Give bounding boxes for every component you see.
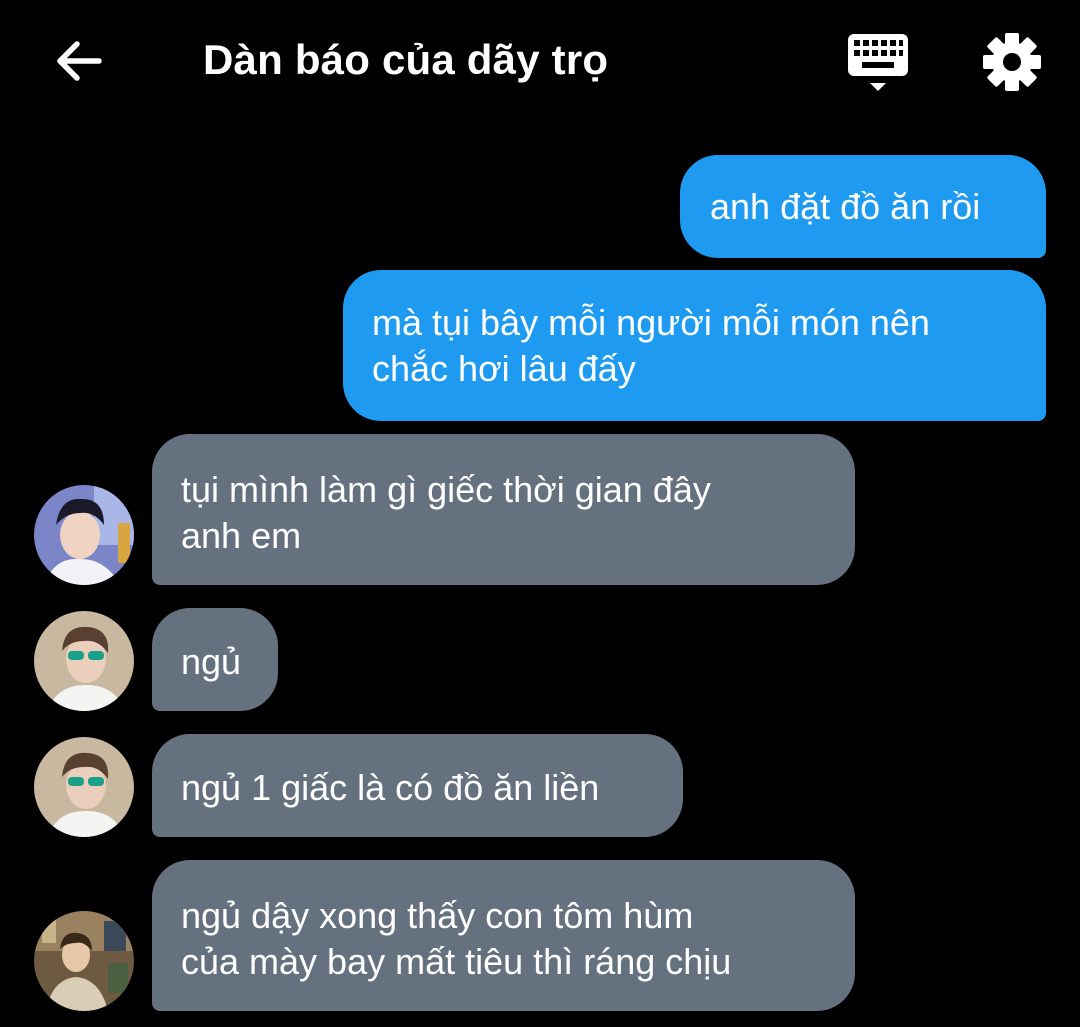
keyboard-icon <box>848 34 908 91</box>
message-text: ngủ <box>181 641 242 682</box>
outgoing-message[interactable]: mà tụi bây mỗi người mỗi món nên chắc hơ… <box>343 270 1046 421</box>
outgoing-message[interactable]: anh đặt đồ ăn rồi <box>680 155 1046 258</box>
avatar-3 <box>34 911 134 1011</box>
avatar-2 <box>34 737 134 837</box>
incoming-message[interactable]: ngủ dậy xong thấy con tôm hùm của mày ba… <box>152 860 855 1011</box>
incoming-message[interactable]: ngủ 1 giấc là có đồ ăn liền <box>152 734 683 837</box>
message-text: tụi mình làm gì giếc thời gian đây anh e… <box>181 469 711 556</box>
keyboard-button[interactable] <box>842 28 914 98</box>
message-text: mà tụi bây mỗi người mỗi món nên chắc hơ… <box>372 302 930 389</box>
avatar[interactable] <box>34 485 134 585</box>
chat-header: Dàn báo của dãy trọ <box>0 0 1080 120</box>
chat-title: Dàn báo của dãy trọ <box>203 36 609 83</box>
avatar[interactable] <box>34 911 134 1011</box>
back-button[interactable] <box>48 30 110 92</box>
message-text: ngủ dậy xong thấy con tôm hùm của mày ba… <box>181 895 732 982</box>
avatar-1 <box>34 485 134 585</box>
arrow-left-icon <box>57 41 102 81</box>
avatar[interactable] <box>34 611 134 711</box>
incoming-message[interactable]: ngủ <box>152 608 278 711</box>
settings-button[interactable] <box>980 30 1044 94</box>
message-text: anh đặt đồ ăn rồi <box>710 186 981 227</box>
avatar-2 <box>34 611 134 711</box>
message-text: ngủ 1 giấc là có đồ ăn liền <box>181 767 600 808</box>
gear-icon <box>983 33 1041 91</box>
incoming-message[interactable]: tụi mình làm gì giếc thời gian đây anh e… <box>152 434 855 585</box>
avatar[interactable] <box>34 737 134 837</box>
